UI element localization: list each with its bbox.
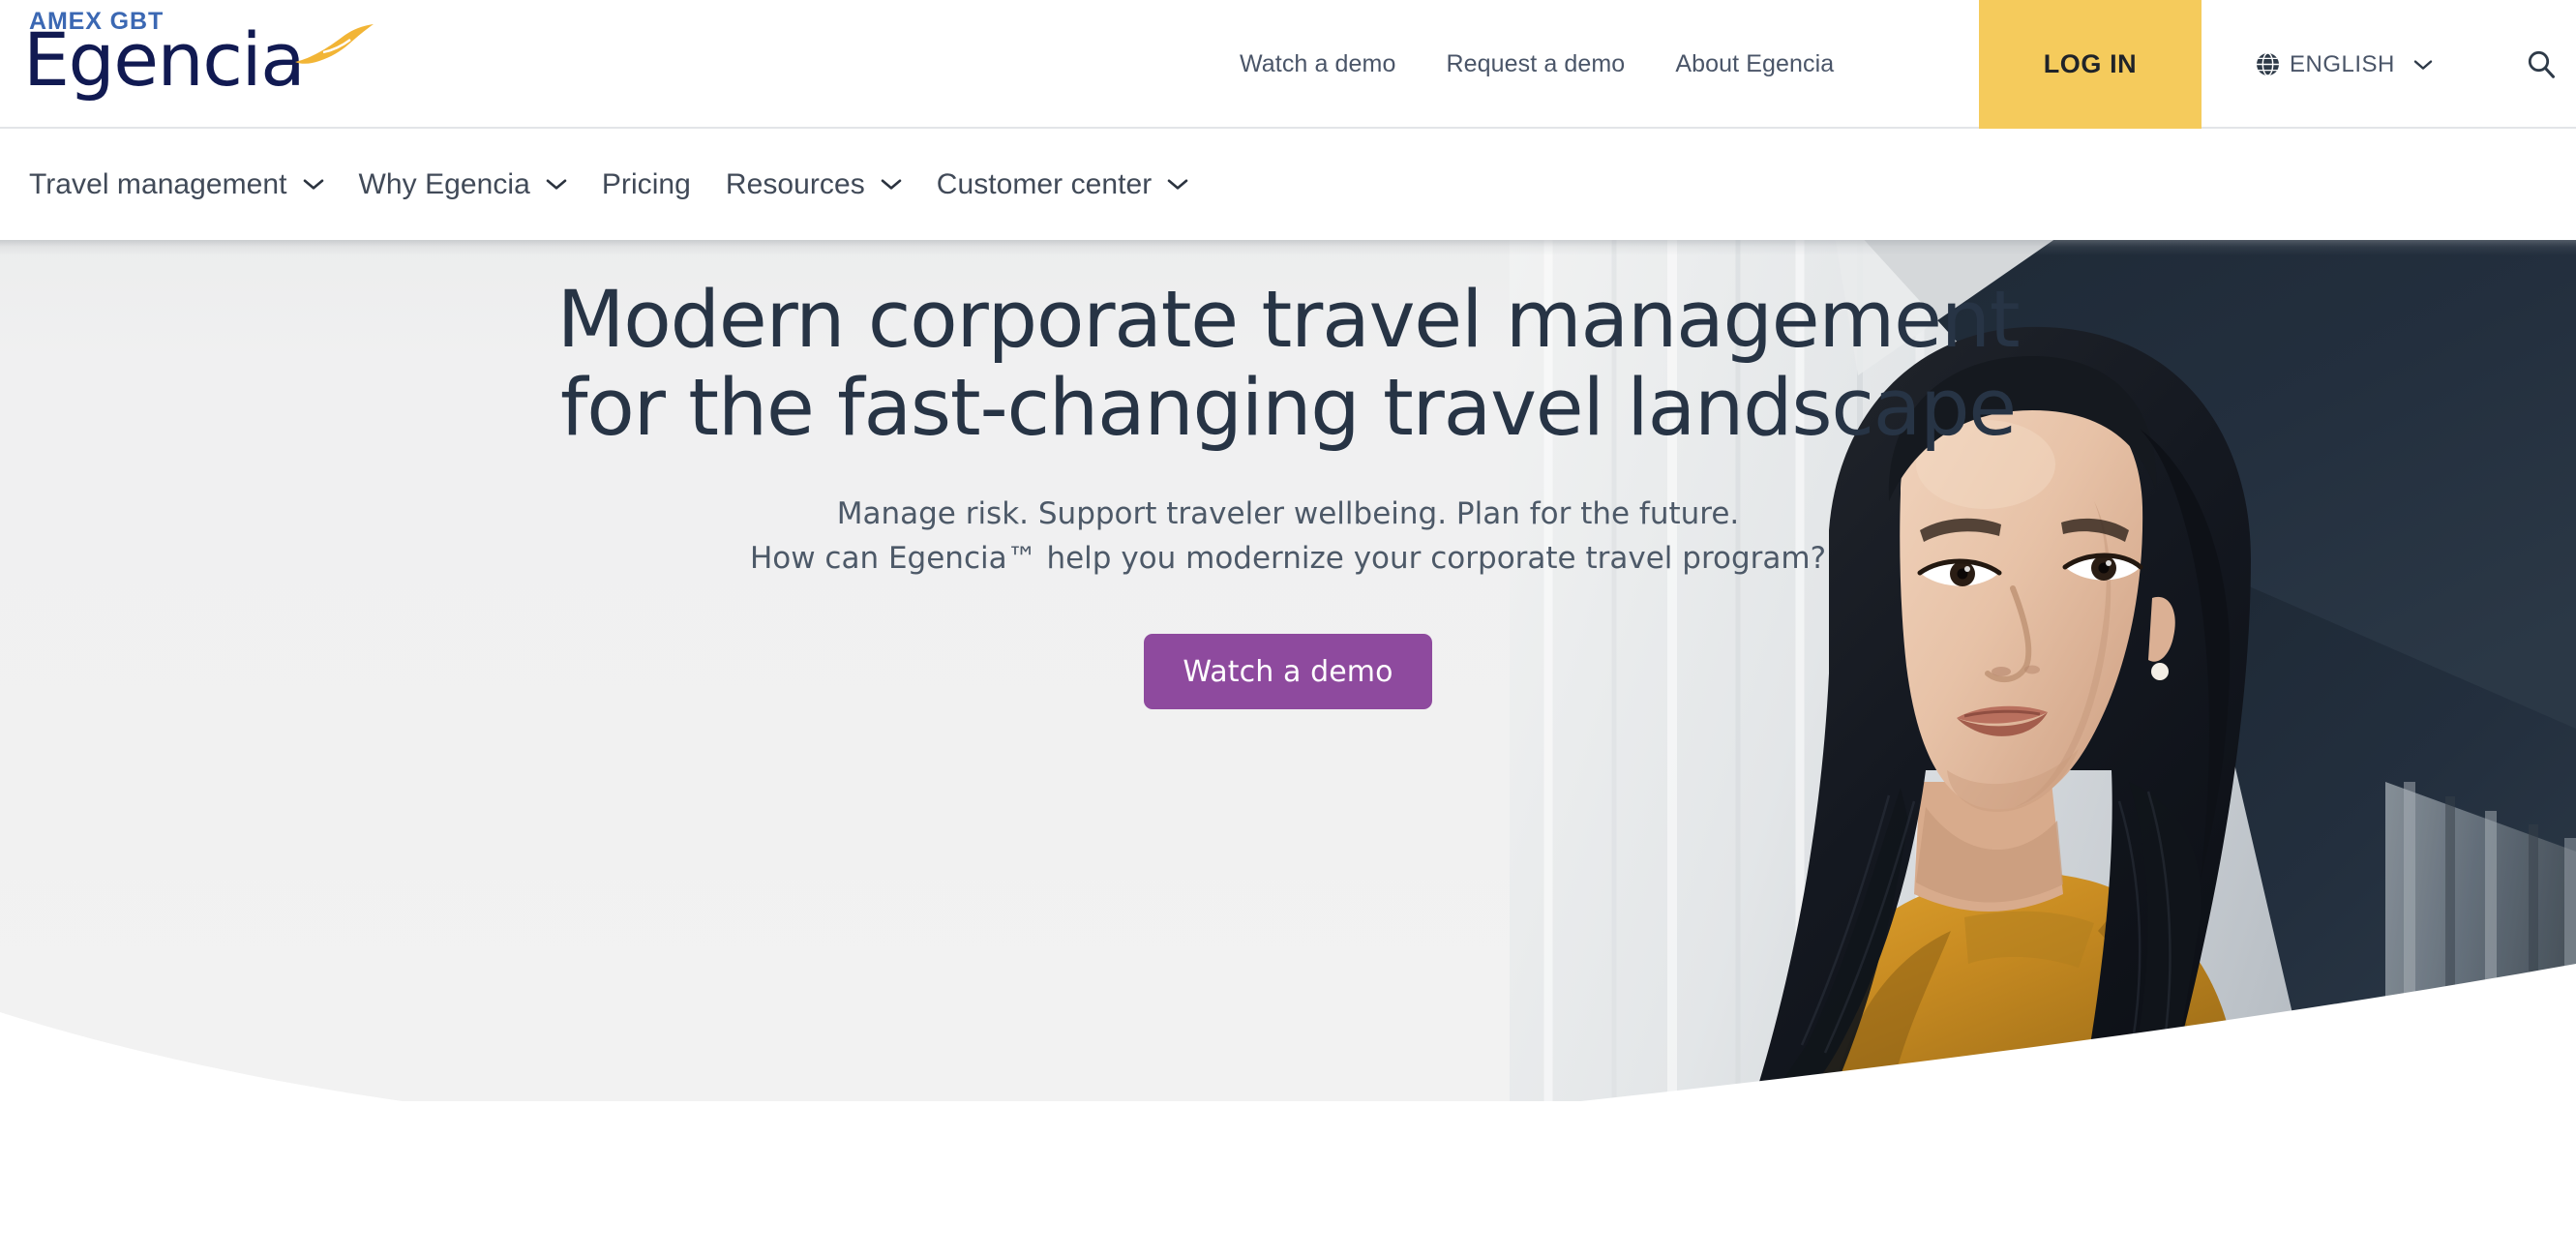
hero-title: Modern corporate travel management for t… <box>0 240 2576 452</box>
nav-item-resources[interactable]: Resources <box>708 168 919 201</box>
chevron-down-icon <box>1167 179 1188 190</box>
page-root: AMEX GBT Egencia Watch a demo Request a … <box>0 0 2576 1256</box>
search-icon <box>2528 50 2555 78</box>
hero-title-line-1: Modern corporate travel management <box>556 275 2021 366</box>
login-button[interactable]: LOG IN <box>1979 0 2202 129</box>
hero-title-line-2: for the fast-changing travel landscape <box>559 362 2017 454</box>
hero-subtitle: Manage risk. Support traveler wellbeing.… <box>0 452 2576 582</box>
chevron-down-icon <box>881 179 902 190</box>
chevron-down-icon <box>303 179 323 190</box>
header-link-about-egencia[interactable]: About Egencia <box>1650 50 1859 78</box>
nav-item-why-egencia[interactable]: Why Egencia <box>342 168 584 201</box>
nav-item-pricing[interactable]: Pricing <box>584 168 708 201</box>
hero-watch-a-demo-button[interactable]: Watch a demo <box>1144 634 1432 710</box>
search-button[interactable] <box>2516 0 2566 129</box>
chevron-down-icon <box>2413 59 2433 70</box>
nav-label: Why Egencia <box>358 167 530 200</box>
egencia-wordmark: Egencia <box>23 16 306 103</box>
next-section-divider <box>46 1246 1750 1256</box>
header-link-request-a-demo[interactable]: Request a demo <box>1421 50 1650 78</box>
primary-nav: Travel management Why Egencia Pricing Re… <box>0 129 2576 240</box>
language-label: ENGLISH <box>2290 50 2395 77</box>
nav-label: Customer center <box>936 167 1153 200</box>
nav-item-travel-management[interactable]: Travel management <box>12 168 342 201</box>
hero-cta-wrapper: Watch a demo <box>0 634 2576 710</box>
egencia-logo[interactable]: AMEX GBT Egencia <box>15 6 374 122</box>
nav-label: Travel management <box>29 167 287 200</box>
hero-subtitle-line-1: Manage risk. Support traveler wellbeing.… <box>836 496 1740 532</box>
hero-section: Modern corporate travel management for t… <box>0 240 2576 1256</box>
nav-label: Pricing <box>601 167 691 200</box>
language-selector[interactable]: ENGLISH <box>2255 0 2433 129</box>
hero-subtitle-line-2: How can Egencia™ help you modernize your… <box>749 541 1827 577</box>
globe-icon <box>2257 52 2279 76</box>
top-header: AMEX GBT Egencia Watch a demo Request a … <box>0 0 2576 129</box>
header-utility-nav: Watch a demo Request a demo About Egenci… <box>1214 0 1859 129</box>
hero-content: Modern corporate travel management for t… <box>0 240 2576 710</box>
nav-item-customer-center[interactable]: Customer center <box>919 168 1207 201</box>
chevron-down-icon <box>546 179 567 190</box>
nav-label: Resources <box>725 167 865 200</box>
swoosh-icon <box>295 24 374 64</box>
header-link-watch-a-demo[interactable]: Watch a demo <box>1214 50 1421 78</box>
